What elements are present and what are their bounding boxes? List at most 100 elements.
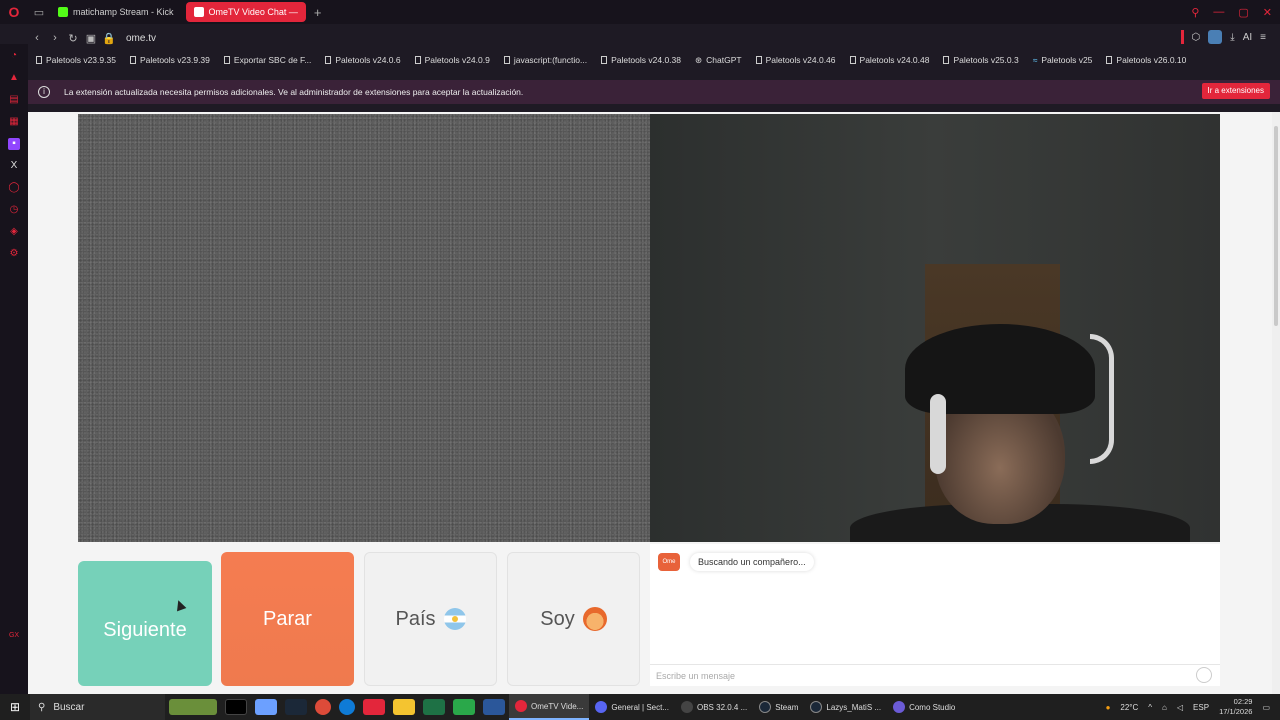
bookmark-item[interactable]: ≈ Paletools v25 xyxy=(1033,55,1093,65)
bookmark-item[interactable]: Paletools v23.9.39 xyxy=(129,55,210,65)
emoji-icon[interactable] xyxy=(1196,667,1212,683)
clock[interactable]: 02:29 17/1/2026 xyxy=(1219,697,1252,717)
history-icon[interactable]: ◷ xyxy=(8,204,20,216)
taskbar: ⊞ ⚲ Buscar OmeTV Vide... General | Sect.… xyxy=(0,694,1280,720)
bookmark-item[interactable]: Paletools v23.9.35 xyxy=(36,55,116,65)
twitch-icon[interactable]: ▪ xyxy=(8,138,20,150)
bookmark-item[interactable]: Exportar SBC de F... xyxy=(223,55,311,65)
chevron-up-icon[interactable]: ^ xyxy=(1148,703,1152,712)
network-icon[interactable]: ⌂ xyxy=(1162,703,1167,712)
browser-tab-bar: O ▭ matichamp Stream - Kick OmeTV Video … xyxy=(0,0,1280,24)
word-icon[interactable] xyxy=(483,699,505,715)
aria-icon[interactable]: ◔ xyxy=(8,50,20,62)
bookmark-item[interactable]: javascript:(functio... xyxy=(503,55,587,65)
taskbar-item-discord[interactable]: General | Sect... xyxy=(589,694,675,720)
chrome-icon[interactable] xyxy=(315,699,331,715)
new-tab-button[interactable]: + xyxy=(314,5,322,20)
document-icon xyxy=(36,56,42,64)
volume-icon[interactable]: ◁ xyxy=(1177,703,1183,712)
minimize-icon[interactable]: — xyxy=(1213,6,1224,18)
gender-button[interactable]: Soy xyxy=(507,552,640,686)
search-icon[interactable]: ⚲ xyxy=(1191,6,1199,19)
bookmark-item[interactable]: Paletools v24.0.48 xyxy=(849,55,929,65)
download-icon[interactable]: ⤓ xyxy=(1230,32,1234,43)
stop-label: Parar xyxy=(263,607,312,630)
notifications-icon[interactable]: ▭ xyxy=(1262,703,1270,712)
weather-temp[interactable]: 22°C xyxy=(1120,703,1138,712)
taskbar-item-como-studio[interactable]: Como Studio xyxy=(887,694,961,720)
tiktok-icon[interactable] xyxy=(225,699,247,715)
copilot-icon[interactable] xyxy=(255,699,277,715)
tab-label: matichamp Stream - Kick xyxy=(73,7,174,17)
taskbar-item-ometv[interactable]: OmeTV Vide... xyxy=(509,694,590,720)
ai-button[interactable]: AI xyxy=(1243,32,1252,43)
bookmark-item[interactable]: Paletools v24.0.9 xyxy=(414,55,490,65)
edge-icon[interactable] xyxy=(339,699,355,715)
document-icon xyxy=(414,56,421,64)
windows-start-icon[interactable]: ⊞ xyxy=(0,700,30,714)
tab-menu-icon[interactable]: ▭ xyxy=(28,0,50,24)
kick-icon xyxy=(58,7,68,17)
tab-ometv[interactable]: OmeTV Video Chat — xyxy=(185,2,306,22)
taskbar-item-obs[interactable]: OBS 32.0.4 ... xyxy=(675,694,753,720)
messenger-icon[interactable]: ▤ xyxy=(8,94,20,106)
bookmark-item[interactable]: Paletools v24.0.38 xyxy=(601,55,681,65)
scrollbar[interactable] xyxy=(1272,112,1280,694)
profile-icon[interactable] xyxy=(1208,30,1223,44)
boy-emoji-icon xyxy=(582,607,607,631)
language-indicator[interactable]: ESP xyxy=(1193,703,1209,712)
bookmark-item[interactable]: Paletools v25.0.3 xyxy=(943,55,1019,65)
steam-app-icon[interactable] xyxy=(285,699,307,715)
circle-icon[interactable]: ◯ xyxy=(8,182,20,194)
maximize-icon[interactable]: ▢ xyxy=(1238,6,1248,19)
bookmark-item[interactable]: Paletools v26.0.10 xyxy=(1106,55,1186,65)
extensions-sidebar-icon[interactable]: ◈ xyxy=(8,226,20,238)
bookmark-item[interactable]: Paletools v24.0.6 xyxy=(325,55,401,65)
info-icon: i xyxy=(38,86,50,98)
back-icon[interactable]: ‹ xyxy=(28,32,46,44)
video-headphone-right xyxy=(1090,334,1114,464)
tab-kick[interactable]: matichamp Stream - Kick xyxy=(50,2,182,22)
window-controls: ⚲ — ▢ ✕ xyxy=(1191,0,1272,24)
excel-icon[interactable] xyxy=(423,699,445,715)
menu-icon[interactable]: ≡ xyxy=(1260,32,1266,43)
stop-button[interactable]: Parar xyxy=(221,552,354,686)
opera-logo-icon[interactable]: O xyxy=(0,0,28,24)
weather-icon[interactable]: ● xyxy=(1106,703,1111,712)
gx-icon[interactable]: GX xyxy=(8,630,20,642)
taskbar-item-steam-profile[interactable]: Lazys_MatiS ... xyxy=(804,694,887,720)
url-field[interactable]: ome.tv xyxy=(126,33,156,44)
bookmark-item[interactable]: Paletools v24.0.46 xyxy=(755,55,836,65)
close-icon[interactable]: ✕ xyxy=(1263,6,1272,19)
country-button[interactable]: País xyxy=(364,552,497,686)
chatgpt-icon: ⊛ xyxy=(695,54,703,65)
landscape-widget-icon[interactable] xyxy=(169,699,217,715)
ometv-logo-icon: Ome TV xyxy=(658,553,680,583)
next-button[interactable]: Siguiente xyxy=(78,561,212,686)
news-icon[interactable]: ▦ xyxy=(8,116,20,128)
chat-status-message: Buscando un compañero... xyxy=(690,553,814,571)
alert-icon[interactable]: ▲ xyxy=(8,72,20,84)
discord-icon xyxy=(595,701,608,713)
taskbar-item-steam[interactable]: Steam xyxy=(753,694,804,720)
extensions-icon[interactable]: ⬡ xyxy=(1192,32,1201,43)
x-icon[interactable]: X xyxy=(8,160,20,172)
argentina-flag-icon xyxy=(443,608,466,630)
camera-icon[interactable]: ▣ xyxy=(82,32,100,45)
forward-icon[interactable]: › xyxy=(46,32,64,44)
go-to-extensions-button[interactable]: Ir a extensiones xyxy=(1201,83,1270,99)
next-label: Siguiente xyxy=(103,619,187,641)
como-studio-icon xyxy=(893,701,906,713)
v-app-icon[interactable] xyxy=(453,699,475,715)
message-input[interactable] xyxy=(650,664,1220,686)
bookmark-item[interactable]: ⊛ ChatGPT xyxy=(695,55,742,66)
folder-icon[interactable] xyxy=(393,699,415,715)
scrollbar-thumb[interactable] xyxy=(1274,126,1278,326)
document-icon xyxy=(943,56,950,64)
taskbar-search[interactable]: ⚲ Buscar xyxy=(30,694,165,720)
recording-indicator xyxy=(1180,30,1184,44)
game-icon[interactable] xyxy=(363,699,385,715)
notice-text: La extensión actualizada necesita permis… xyxy=(64,87,524,97)
reload-icon[interactable]: ↻ xyxy=(64,32,82,45)
settings-icon[interactable]: ⚙ xyxy=(8,248,20,260)
